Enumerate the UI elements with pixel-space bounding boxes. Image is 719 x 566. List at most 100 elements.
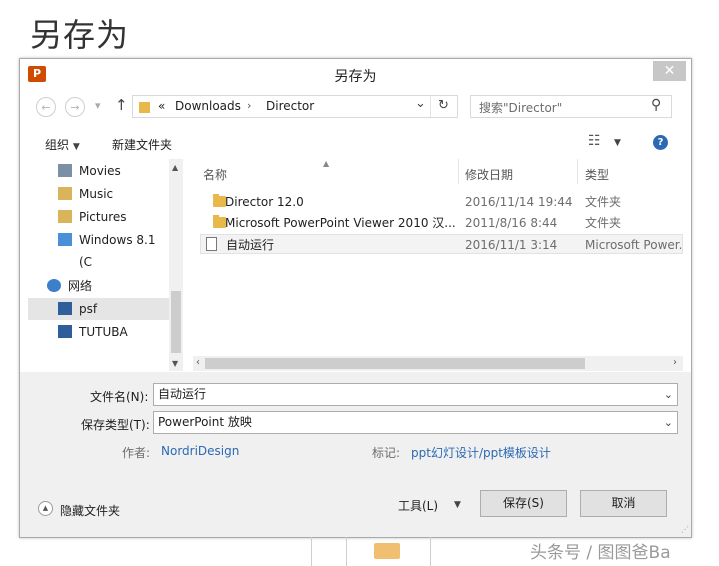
- file-type: 文件夹: [585, 195, 622, 209]
- sidebar-item-psf[interactable]: psf: [28, 298, 169, 320]
- view-dropdown-icon[interactable]: ▼: [614, 138, 621, 148]
- sidebar-item-movies[interactable]: Movies: [28, 160, 168, 182]
- sidebar-item-label: Windows 8.1 (C: [79, 233, 156, 269]
- up-button[interactable]: ↑: [115, 96, 128, 114]
- filename-label: 文件名(N):: [90, 390, 149, 404]
- pictures-icon: [58, 210, 72, 223]
- author-label: 作者:: [122, 446, 151, 460]
- scroll-down-icon[interactable]: ▼: [172, 359, 178, 368]
- address-dropdown-icon[interactable]: ⌄: [415, 96, 426, 111]
- close-button[interactable]: ✕: [653, 61, 686, 81]
- music-icon: [58, 187, 72, 200]
- file-name: 自动运行: [226, 238, 275, 252]
- new-folder-button[interactable]: 新建文件夹: [112, 136, 172, 153]
- sidebar-scrollbar[interactable]: ▲ ▼: [169, 159, 183, 371]
- filename-input[interactable]: 自动运行 ⌄: [153, 383, 678, 406]
- page-heading: 另存为: [30, 16, 130, 54]
- sidebar-item-pictures[interactable]: Pictures: [28, 206, 168, 228]
- search-box[interactable]: 搜索"Director" ⚲: [470, 95, 672, 118]
- resize-grip-icon[interactable]: ⋰: [681, 525, 689, 534]
- folder-icon: [374, 543, 400, 559]
- view-options-icon[interactable]: ☷: [588, 133, 601, 149]
- organize-button[interactable]: 组织 ▼: [45, 136, 80, 153]
- file-date: 2016/11/14 19:44: [465, 195, 573, 209]
- file-list: ▲ 名称 修改日期 类型 Director 12.0 2016/11/14 19…: [193, 159, 683, 371]
- address-chevrons[interactable]: «: [158, 99, 165, 113]
- drive-icon: [58, 233, 72, 246]
- scroll-right-icon[interactable]: ›: [673, 357, 677, 368]
- file-type: 文件夹: [585, 216, 622, 230]
- filetype-select[interactable]: PowerPoint 放映 ⌄: [153, 411, 678, 434]
- collapse-icon[interactable]: ▲: [38, 501, 53, 516]
- fragment-divider: [346, 537, 347, 566]
- computer-icon: [58, 325, 72, 338]
- sidebar-item-label: Music: [79, 187, 114, 201]
- column-header-type[interactable]: 类型: [585, 166, 609, 183]
- scrollbar-thumb[interactable]: [171, 291, 181, 353]
- file-date: 2016/11/1 3:14: [465, 238, 558, 252]
- breadcrumb-downloads[interactable]: Downloads: [175, 99, 241, 113]
- breadcrumb-director[interactable]: Director: [266, 99, 314, 113]
- filename-value: 自动运行: [158, 387, 207, 401]
- sidebar-item-music[interactable]: Music: [28, 183, 168, 205]
- movies-icon: [58, 164, 72, 177]
- chevron-down-icon[interactable]: ⌄: [664, 412, 673, 433]
- search-icon[interactable]: ⚲: [651, 97, 661, 113]
- tags-value[interactable]: ppt幻灯设计/ppt模板设计: [411, 444, 551, 461]
- save-button[interactable]: 保存(S): [480, 490, 567, 517]
- folder-path-icon: [139, 100, 150, 113]
- network-icon: [47, 279, 61, 292]
- file-row[interactable]: Microsoft PowerPoint Viewer 2010 汉... 20…: [193, 213, 683, 233]
- sidebar-item-tutuba[interactable]: TUTUBA: [28, 321, 168, 343]
- file-name: Microsoft PowerPoint Viewer 2010 汉...: [225, 216, 455, 230]
- help-icon[interactable]: ?: [653, 135, 668, 150]
- column-header-date[interactable]: 修改日期: [465, 166, 513, 183]
- column-divider: [577, 159, 578, 184]
- address-bar[interactable]: « Downloads › Director ⌄ ↻: [132, 95, 458, 118]
- search-input[interactable]: 搜索"Director": [479, 99, 562, 116]
- title-bar: P 另存为 ✕: [20, 59, 691, 89]
- tags-label: 标记:: [372, 446, 401, 460]
- sidebar-item-label: psf: [79, 302, 98, 316]
- address-divider: [430, 96, 431, 117]
- file-date: 2011/8/16 8:44: [465, 216, 558, 230]
- chevron-down-icon[interactable]: ⌄: [664, 384, 673, 405]
- sidebar-item-windows-drive[interactable]: Windows 8.1 (C: [28, 229, 168, 269]
- file-row[interactable]: Director 12.0 2016/11/14 19:44 文件夹: [193, 192, 683, 212]
- refresh-icon[interactable]: ↻: [438, 98, 449, 113]
- command-toolbar: 组织 ▼ 新建文件夹 ☷ ▼ ?: [20, 129, 691, 159]
- hide-folders-button[interactable]: 隐藏文件夹: [60, 502, 120, 519]
- tools-button[interactable]: 工具(L): [398, 497, 438, 514]
- author-value[interactable]: NordriDesign: [161, 444, 239, 458]
- sidebar-item-label: Movies: [79, 164, 121, 178]
- recent-locations-button[interactable]: ▾: [95, 99, 101, 112]
- scrollbar-thumb[interactable]: [205, 358, 585, 369]
- computer-icon: [58, 302, 72, 315]
- save-as-dialog: P 另存为 ✕ ← → ▾ ↑ « Downloads › Director ⌄…: [19, 58, 692, 538]
- cancel-button[interactable]: 取消: [580, 490, 667, 517]
- breadcrumb-separator: ›: [247, 99, 252, 112]
- dialog-title: 另存为: [334, 69, 377, 85]
- sidebar-item-label: 网络: [68, 279, 93, 293]
- filetype-value: PowerPoint 放映: [158, 415, 252, 429]
- column-header-name[interactable]: 名称: [203, 166, 227, 183]
- sort-indicator-icon: ▲: [323, 159, 330, 168]
- slideshow-file-icon: [206, 237, 217, 251]
- file-name: Director 12.0: [225, 195, 304, 209]
- navigation-pane: Movies Music Pictures Windows 8.1 (C 网络 …: [28, 159, 183, 371]
- file-row-selected[interactable]: 自动运行 2016/11/1 3:14 Microsoft Power...: [200, 234, 683, 254]
- scroll-up-icon[interactable]: ▲: [172, 163, 178, 172]
- tools-dropdown-icon[interactable]: ▼: [454, 500, 461, 510]
- filetype-label: 保存类型(T):: [81, 418, 150, 432]
- file-list-scrollbar[interactable]: ‹ ›: [193, 356, 683, 371]
- column-divider: [458, 159, 459, 184]
- forward-button[interactable]: →: [65, 97, 85, 117]
- scroll-left-icon[interactable]: ‹: [196, 357, 200, 368]
- sidebar-item-network[interactable]: 网络: [28, 275, 168, 297]
- sidebar-item-label: TUTUBA: [79, 325, 128, 339]
- file-type: Microsoft Power...: [585, 238, 683, 252]
- back-button[interactable]: ←: [36, 97, 56, 117]
- watermark: 头条号 / 图图爸Ba: [530, 543, 671, 563]
- sidebar-item-label: Pictures: [79, 210, 127, 224]
- save-options-panel: 文件名(N): 自动运行 ⌄ 保存类型(T): PowerPoint 放映 ⌄ …: [20, 372, 691, 537]
